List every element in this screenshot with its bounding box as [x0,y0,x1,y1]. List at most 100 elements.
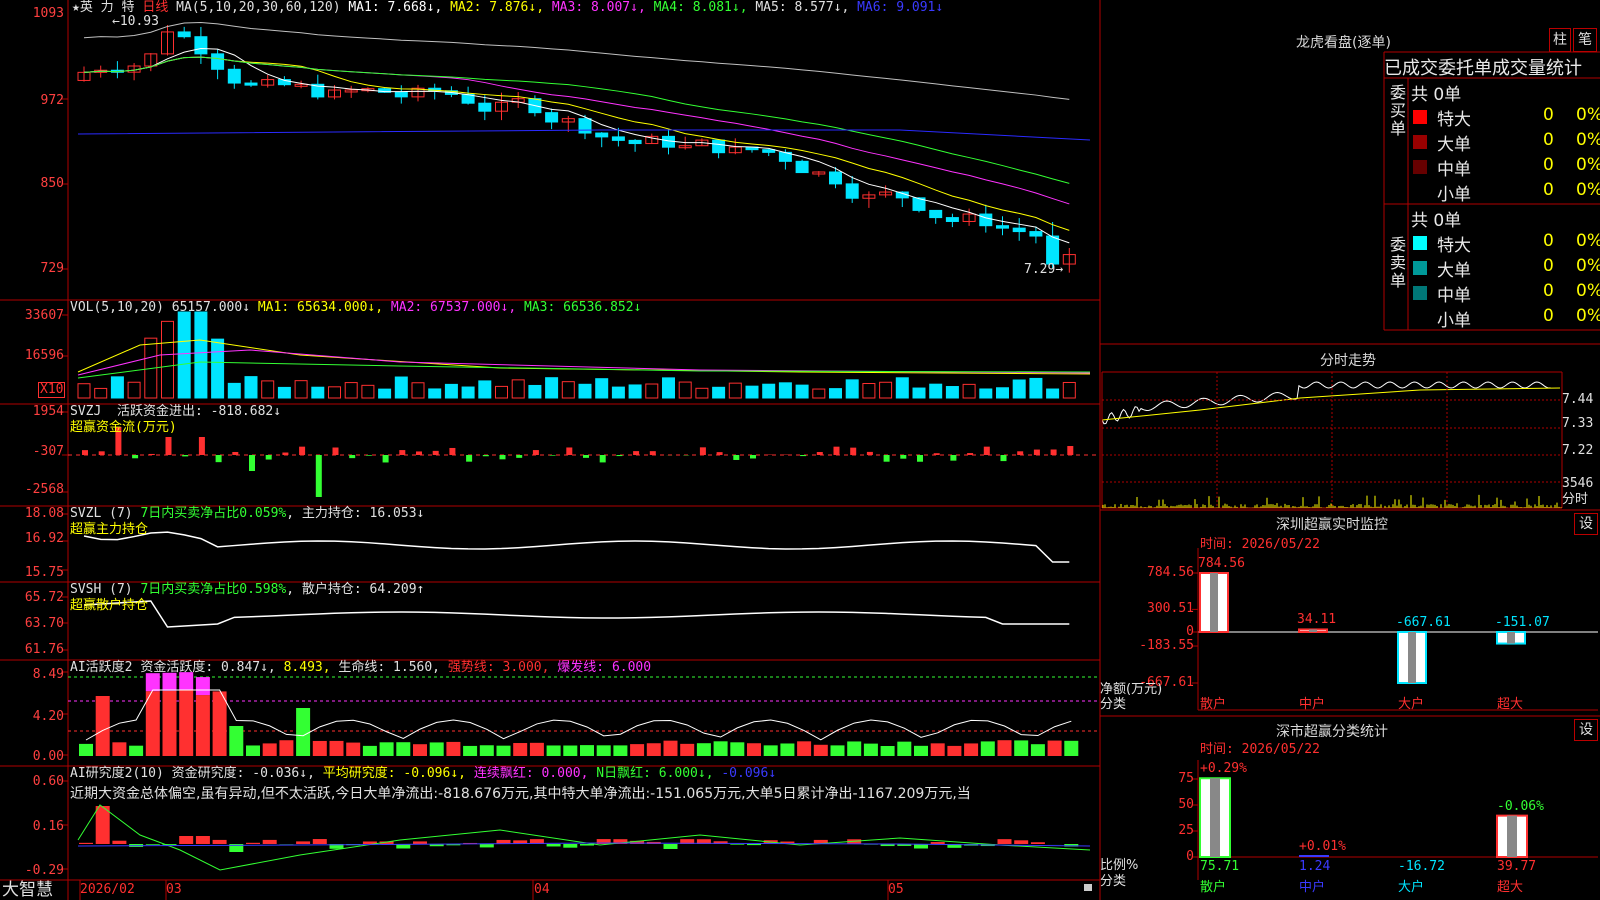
volume-bar [511,379,525,399]
time-axis-label: 2026/02 [80,882,135,897]
symbol-name[interactable]: ★英 力 特 [72,0,134,15]
indicator-value: MA2: 67537.000↓, [390,300,524,315]
fund-flow-bar [733,455,740,460]
volume-bar [127,381,141,399]
order-size-label: 特大 [1437,110,1471,130]
order-count: 0 [1543,231,1554,251]
volume-bar [194,311,208,399]
net-amount-bar-shade [1408,632,1416,683]
ai-research-header: AI研究度2(10) 资金研究度: -0.036↓, 平均研究度: -0.096… [70,766,777,781]
research-bar [563,844,578,848]
research-bar [112,840,127,844]
research-bar [95,806,110,844]
fund-flow-bar [599,455,606,463]
svsh-header: SVSH (7) 7日内买卖净占比0.598%, 散户持仓: 64.209↑ [70,582,425,597]
vol-ma-values: MA1: 65634.000↓, MA2: 67537.000↓, MA3: 6… [258,300,642,315]
volume-bar [528,384,542,399]
svzl-y-tick: 15.75 [24,565,64,580]
fund-flow-bar [82,450,88,455]
tick-view-button[interactable]: 笔 [1573,28,1597,52]
candlestick [845,183,859,199]
period-label[interactable]: 日线 [142,0,168,15]
activity-bar [312,740,327,756]
activity-bar [563,745,578,756]
candlestick [762,149,776,153]
activity-bar [696,743,711,756]
fund-flow-bar [416,451,422,455]
candlestick [929,209,943,219]
buy-side-label: 委买单 [1387,84,1406,138]
activity-bar [663,740,678,756]
fund-flow-bar [566,447,573,455]
ai-research-y-tick: -0.29 [24,863,64,878]
ai-activity-y-tick: 0.00 [32,749,64,764]
indicator-value: MA3: 66536.852↓ [523,300,642,315]
volume-bar [1012,379,1026,399]
research-line [77,804,1091,871]
activity-bar [1030,744,1045,756]
order-percent: 0% [1576,130,1600,150]
research-bar [930,842,945,844]
indicator-value: MA2: 7.876↓, [450,0,552,15]
activity-bar [262,743,277,756]
volume-bar [829,388,842,399]
activity-bar [379,742,394,756]
volume-bar [328,386,341,399]
fund-flow-bar [299,446,306,455]
fund-flow-bar [917,455,923,462]
volume-bar [344,382,358,399]
order-count: 0 [1543,130,1554,150]
vol-unit-button[interactable]: X10 [38,382,66,398]
svsh-y-tick: 61.76 [24,642,64,657]
longhu-tabs[interactable]: 已成交委托单成交量统计 [1384,54,1582,80]
volume-bar [962,383,976,399]
sz-monitor-settings-button[interactable]: 设 [1574,513,1598,535]
candlestick [478,102,492,112]
order-size-label: 大单 [1437,261,1471,281]
candlestick [996,225,1009,229]
activity-bar [429,742,444,756]
sz-class-settings-button[interactable]: 设 [1574,719,1598,741]
svzl-y-tick: 16.92 [24,531,64,546]
volume-bar [862,383,876,399]
activity-bar [580,745,594,756]
activity-bar [613,745,628,756]
research-bar [997,839,1012,844]
sz-class-cat-label: 分类 [1100,874,1127,889]
activity-bar [479,745,494,756]
fund-flow-bar [866,451,873,455]
candlestick [211,53,225,70]
activity-bar [129,745,144,756]
bar-view-button[interactable]: 柱 [1549,28,1571,52]
fund-flow-bar [699,447,706,455]
sz-monitor-title: 深圳超赢实时监控 [1276,517,1388,533]
fund-flow-bar [1000,455,1007,462]
main-position-line [83,531,1070,563]
ai-research-y-tick: 0.60 [32,774,64,789]
activity-bar [162,690,177,756]
fund-flow-bar [800,455,807,457]
research-bar [262,839,277,844]
net-amount-bar-shade [1309,629,1317,632]
activity-bar [79,743,93,756]
ratio-value: 39.77 [1497,859,1537,874]
volume-bar [728,382,742,399]
order-percent: 0% [1576,105,1600,125]
activity-bar [680,743,695,756]
research-bar [145,844,160,845]
indicator-value: 资金活跃度: 0.847↓, [140,660,284,675]
svzj-y-tick: -307 [32,444,64,459]
lock-icon[interactable] [1084,884,1092,891]
activity-bar [914,745,928,756]
sz-monitor-y-tick: 300.51 [1147,601,1194,617]
activity-bar [747,743,761,756]
legend-swatch [1413,160,1427,174]
svzl-subtitle: 超赢主力持仓 [70,522,149,537]
indicator-value: MA4: 8.081↓, [653,0,756,15]
fund-flow-bar [182,455,189,457]
indicator-value: -0.096↓ [721,766,777,781]
activity-bar [930,743,945,756]
vol-ma3-line [77,361,1091,379]
net-amount-bar-shade [1507,632,1515,644]
ratio-bar-shade [1507,815,1517,857]
